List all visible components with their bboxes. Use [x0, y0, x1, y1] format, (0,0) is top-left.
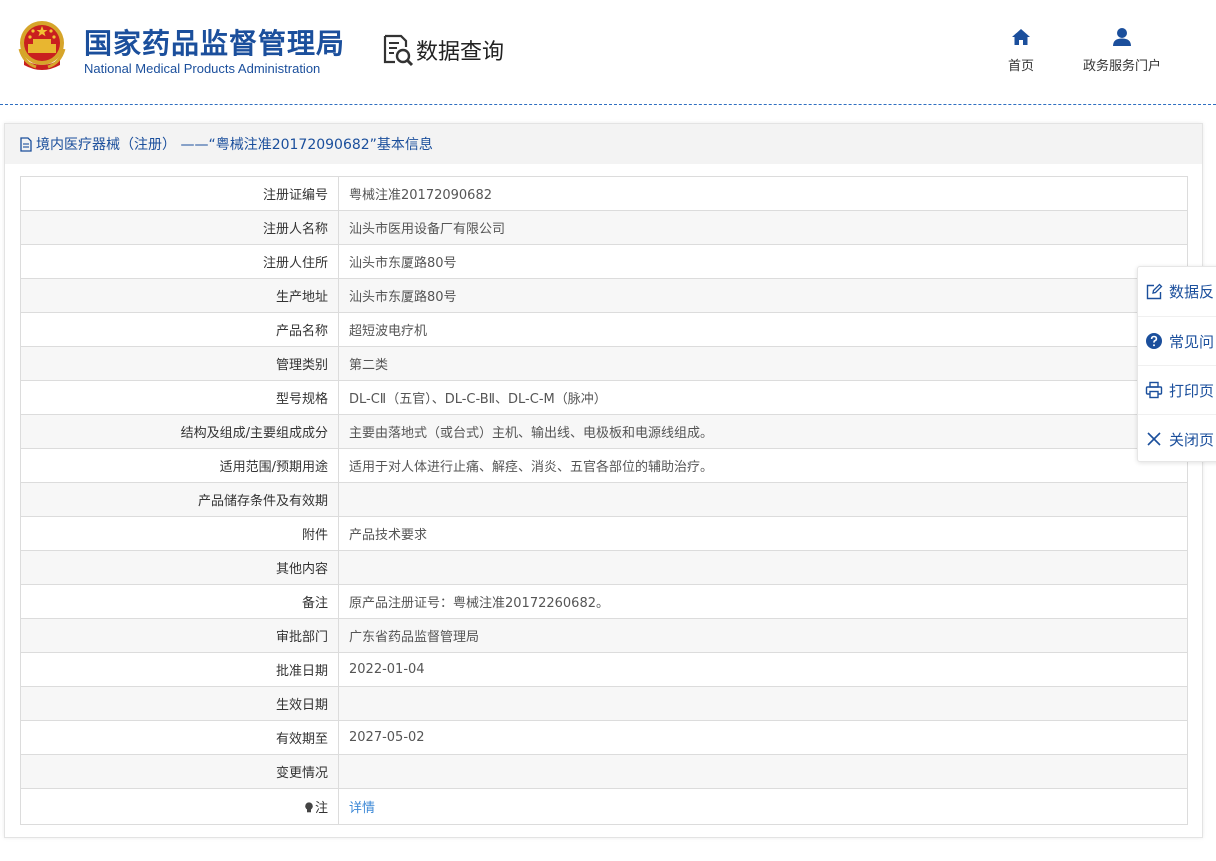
- nav-service-portal[interactable]: 政务服务门户: [1074, 26, 1170, 74]
- field-value: 主要由落地式（或台式）主机、输出线、电极板和电源线组成。: [338, 414, 1188, 449]
- field-value: 2027-05-02: [338, 720, 1188, 755]
- field-value: 2022-01-04: [338, 652, 1188, 687]
- table-row: 产品名称 超短波电疗机: [20, 312, 1188, 347]
- field-label: 注册人住所: [20, 244, 339, 279]
- field-value: 汕头市医用设备厂有限公司: [338, 210, 1188, 245]
- document-search-icon: [383, 34, 414, 67]
- lightbulb-icon: [305, 802, 313, 813]
- field-value: 广东省药品监督管理局: [338, 618, 1188, 653]
- detail-panel: 境内医疗器械（注册） ——“粤械注准20172090682”基本信息 注册证编号…: [4, 123, 1203, 838]
- panel-header: 境内医疗器械（注册） ——“粤械注准20172090682”基本信息: [5, 124, 1202, 164]
- field-label: 注册证编号: [20, 176, 339, 211]
- table-row: 附件 产品技术要求: [20, 516, 1188, 551]
- field-value: DL-CⅡ（五官）、DL-C-BⅡ、DL-C-M（脉冲）: [338, 380, 1188, 415]
- field-label: 产品储存条件及有效期: [20, 482, 339, 517]
- print-icon: [1145, 381, 1163, 399]
- feedback-button[interactable]: 数据反: [1138, 267, 1216, 316]
- table-row: 结构及组成/主要组成成分 主要由落地式（或台式）主机、输出线、电极板和电源线组成。: [20, 414, 1188, 449]
- print-button[interactable]: 打印页: [1138, 365, 1216, 414]
- field-label: 产品名称: [20, 312, 339, 347]
- field-label: 有效期至: [20, 720, 339, 755]
- field-label: 适用范围/预期用途: [20, 448, 339, 483]
- field-label: 生产地址: [20, 278, 339, 313]
- close-icon: [1147, 432, 1161, 446]
- details-link[interactable]: 详情: [349, 801, 375, 816]
- note-label-cell: 注: [20, 788, 339, 825]
- table-row: 适用范围/预期用途 适用于对人体进行止痛、解痉、消炎、五官各部位的辅助治疗。: [20, 448, 1188, 483]
- table-row: 生效日期: [20, 686, 1188, 721]
- side-toolbar: 数据反 常见问 打印页 关闭页: [1137, 266, 1216, 462]
- print-label: 打印页: [1169, 381, 1215, 400]
- field-value: 汕头市东厦路80号: [338, 244, 1188, 279]
- table-row: 批准日期 2022-01-04: [20, 652, 1188, 687]
- document-icon: [20, 136, 32, 152]
- close-page-button[interactable]: 关闭页: [1138, 414, 1216, 463]
- nav-home-label: 首页: [1007, 59, 1034, 74]
- nav-portal-label: 政务服务门户: [1082, 59, 1161, 74]
- table-row: 注册人住所 汕头市东厦路80号: [20, 244, 1188, 279]
- field-value: 第二类: [338, 346, 1188, 381]
- field-label: 其他内容: [20, 550, 339, 585]
- feedback-label: 数据反: [1169, 283, 1215, 301]
- close-page-label: 关闭页: [1169, 430, 1215, 449]
- field-value: 适用于对人体进行止痛、解痉、消炎、五官各部位的辅助治疗。: [338, 448, 1188, 483]
- field-value: 产品技术要求: [338, 516, 1188, 551]
- panel-title: 境内医疗器械（注册） ——“粤械注准20172090682”基本信息: [36, 137, 433, 153]
- table-row-note: 注 详情: [20, 788, 1188, 825]
- home-icon: [1012, 29, 1030, 45]
- user-icon: [1113, 28, 1131, 46]
- field-label: 注册人名称: [20, 210, 339, 245]
- org-name-en: National Medical Products Administration: [84, 61, 321, 76]
- section-title: 数据查询: [416, 40, 505, 65]
- data-query-title: 数据查询: [382, 32, 504, 68]
- table-row: 产品储存条件及有效期: [20, 482, 1188, 517]
- faq-label: 常见问: [1169, 332, 1215, 351]
- org-name-cn: 国家药品监督管理局: [84, 27, 346, 60]
- table-row: 注册证编号 粤械注准20172090682: [20, 176, 1188, 211]
- nav-home[interactable]: 首页: [1000, 26, 1042, 74]
- field-value: 粤械注准20172090682: [338, 176, 1188, 211]
- field-label: 变更情况: [20, 754, 339, 789]
- field-label: 管理类别: [20, 346, 339, 381]
- table-row: 注册人名称 汕头市医用设备厂有限公司: [20, 210, 1188, 245]
- table-row: 管理类别 第二类: [20, 346, 1188, 381]
- field-value: 超短波电疗机: [338, 312, 1188, 347]
- table-row: 有效期至 2027-05-02: [20, 720, 1188, 755]
- field-value: [338, 550, 1188, 585]
- header-divider: [0, 104, 1216, 105]
- field-value: [338, 686, 1188, 721]
- table-row: 变更情况: [20, 754, 1188, 789]
- info-table: 注册证编号 粤械注准20172090682 注册人名称 汕头市医用设备厂有限公司 注册人…: [20, 176, 1188, 825]
- field-value: 汕头市东厦路80号: [338, 278, 1188, 313]
- field-label: 批准日期: [20, 652, 339, 687]
- faq-button[interactable]: 常见问: [1138, 316, 1216, 365]
- national-emblem-icon: [18, 21, 66, 70]
- field-value: [338, 482, 1188, 517]
- question-icon: [1146, 333, 1162, 349]
- field-label: 结构及组成/主要组成成分: [20, 414, 339, 449]
- field-value: [338, 754, 1188, 789]
- site-header: 国家药品监督管理局 National Medical Products Admi…: [0, 0, 1216, 104]
- edit-icon: [1146, 283, 1163, 299]
- note-label: 注: [314, 801, 328, 816]
- note-value-cell: 详情: [338, 788, 1188, 825]
- field-label: 备注: [20, 584, 339, 619]
- field-value: 原产品注册证号：粤械注准20172260682。: [338, 584, 1188, 619]
- field-label: 附件: [20, 516, 339, 551]
- table-row: 其他内容: [20, 550, 1188, 585]
- field-label: 审批部门: [20, 618, 339, 653]
- field-label: 型号规格: [20, 380, 339, 415]
- table-row: 备注 原产品注册证号：粤械注准20172260682。: [20, 584, 1188, 619]
- field-label: 生效日期: [20, 686, 339, 721]
- table-row: 生产地址 汕头市东厦路80号: [20, 278, 1188, 313]
- table-row: 审批部门 广东省药品监督管理局: [20, 618, 1188, 653]
- table-row: 型号规格 DL-CⅡ（五官）、DL-C-BⅡ、DL-C-M（脉冲）: [20, 380, 1188, 415]
